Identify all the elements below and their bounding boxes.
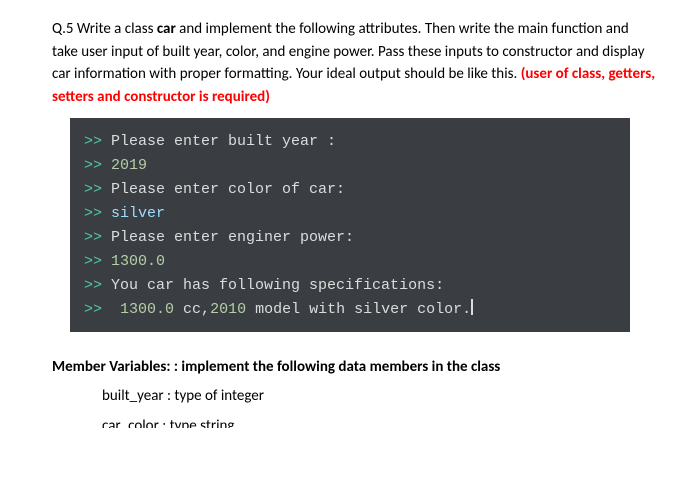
- terminal-segment: Please enter enginer power:: [111, 229, 354, 246]
- terminal-prompt: >>: [84, 205, 111, 222]
- terminal-prompt: >>: [84, 253, 111, 270]
- terminal-prompt: >>: [84, 301, 111, 318]
- terminal-line: >> 1300.0 cc,2010 model with silver colo…: [84, 298, 616, 322]
- terminal-line: >> silver: [84, 202, 616, 226]
- terminal-line: >> Please enter color of car:: [84, 178, 616, 202]
- terminal-line: >> 1300.0: [84, 250, 616, 274]
- terminal-prompt: >>: [84, 133, 111, 150]
- terminal-segment: 1300.0: [111, 253, 165, 270]
- terminal-segment: Please enter color of car:: [111, 181, 345, 198]
- terminal-segment: You car has following specifications:: [111, 277, 444, 294]
- terminal-segment: 2019: [111, 157, 147, 174]
- terminal-segment: 2010: [210, 301, 246, 318]
- terminal-segment: silver: [111, 205, 165, 222]
- terminal-prompt: >>: [84, 181, 111, 198]
- question-bold-word: car: [157, 20, 176, 38]
- question-part1: Write a class: [73, 20, 156, 38]
- terminal-output: >> Please enter built year :>> 2019>> Pl…: [70, 118, 630, 332]
- terminal-line: >> Please enter built year :: [84, 130, 616, 154]
- terminal-prompt: >>: [84, 157, 111, 174]
- terminal-line: >> Please enter enginer power:: [84, 226, 616, 250]
- text-cursor: [471, 299, 473, 315]
- terminal-segment: 1300.0: [120, 301, 174, 318]
- terminal-segment: Please enter built year :: [111, 133, 336, 150]
- terminal-segment: [111, 301, 120, 318]
- terminal-prompt: >>: [84, 277, 111, 294]
- terminal-line: >> You car has following specifications:: [84, 274, 616, 298]
- question-label: Q.5: [52, 20, 73, 38]
- member-variables-list: built_year : type of integer car_color :…: [52, 385, 657, 429]
- member-item: built_year : type of integer: [102, 385, 657, 408]
- question-text: Q.5 Write a class car and implement the …: [52, 18, 657, 108]
- terminal-segment: model with silver color.: [246, 301, 471, 318]
- terminal-prompt: >>: [84, 229, 111, 246]
- terminal-segment: cc,: [174, 301, 210, 318]
- member-item: car_color : type string: [102, 415, 657, 428]
- member-variables-heading: Member Variables: : implement the follow…: [52, 356, 657, 379]
- terminal-line: >> 2019: [84, 154, 616, 178]
